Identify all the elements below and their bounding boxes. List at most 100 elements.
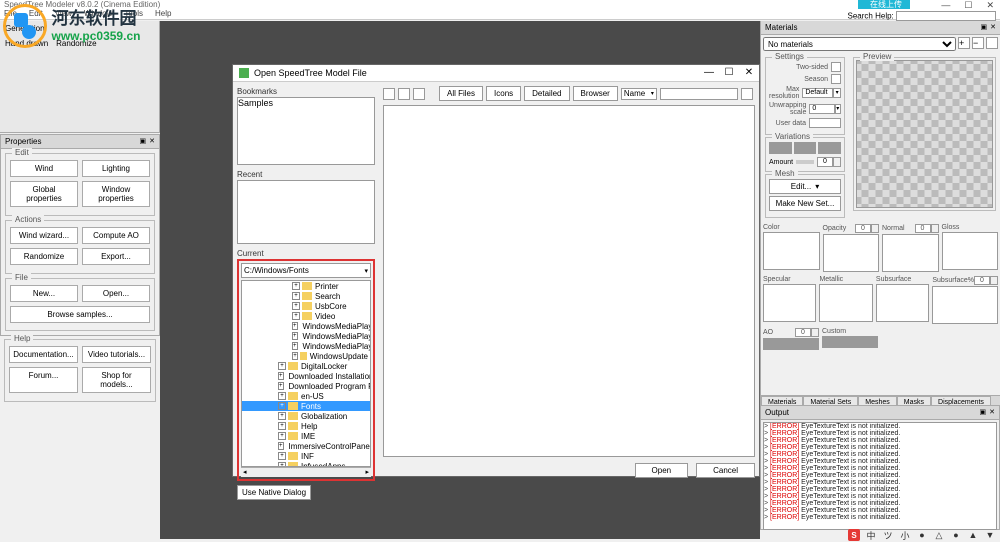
max-res-spin[interactable]: ▾ [833,88,841,98]
tree-item[interactable]: +Downloaded Program Files [242,381,370,391]
filename-field[interactable] [660,88,738,100]
normal-value[interactable]: 0 [915,224,931,233]
variation-slot[interactable] [769,142,792,154]
tree-item[interactable]: +IME [242,431,370,441]
delete-material-button[interactable]: − [972,37,984,49]
custom-slot[interactable] [822,336,878,348]
amount-spin[interactable] [833,157,841,167]
folder-tree[interactable]: +Printer+Search+UsbCore+Video+WindowsMed… [241,280,371,467]
normal-slot[interactable] [882,234,939,272]
opacity-slot[interactable] [823,234,880,272]
tree-item[interactable]: +UsbCore [242,301,370,311]
gloss-slot[interactable] [942,232,999,270]
sort-by-combo[interactable]: Name [621,88,657,100]
specular-slot[interactable] [763,284,816,322]
color-slot[interactable] [763,232,820,270]
material-options-button[interactable] [986,37,998,49]
filter-browser[interactable]: Browser [573,86,618,101]
lighting-button[interactable]: Lighting [82,160,150,177]
tree-item[interactable]: +Video [242,311,370,321]
new-button[interactable]: New... [10,285,78,302]
tree-item[interactable]: +en-US [242,391,370,401]
season-checkbox[interactable] [831,74,841,84]
material-select[interactable]: No materials [763,37,956,51]
expand-icon[interactable]: + [292,332,298,340]
subsurface-slot[interactable] [876,284,929,322]
path-combo[interactable]: C:/Windows/Fonts [241,263,371,278]
panel-close-icon[interactable]: ✕ [989,408,995,417]
close-button[interactable]: ✕ [986,0,994,11]
expand-icon[interactable]: + [292,292,300,300]
dialog-minimize-button[interactable]: — [703,67,715,78]
max-res-combo[interactable]: Default [802,88,833,98]
sort-toggle-button[interactable] [741,88,753,100]
recent-list[interactable] [237,180,375,244]
tree-item[interactable]: +WindowsMediaPlayer [242,341,370,351]
maximize-button[interactable]: ☐ [964,0,972,11]
ao-spin[interactable] [811,328,819,337]
dialog-cancel-button[interactable]: Cancel [696,463,755,478]
tree-item[interactable]: +Search [242,291,370,301]
filter-all-files[interactable]: All Files [439,86,483,101]
nav-up-button[interactable] [413,88,425,100]
panel-close-icon[interactable]: ✕ [990,23,996,32]
panel-float-icon[interactable]: ▣ [980,408,987,417]
opacity-spin[interactable] [871,224,879,233]
tray-icon[interactable]: △ [933,529,945,541]
expand-icon[interactable]: + [292,282,300,290]
compute-ao-button[interactable]: Compute AO [82,227,150,244]
dialog-maximize-button[interactable]: ☐ [723,67,735,78]
video-tutorials-button[interactable]: Video tutorials... [82,346,151,363]
tree-item[interactable]: +WindowsMediaPlayer [242,331,370,341]
expand-icon[interactable]: + [278,372,284,380]
scroll-right-icon[interactable]: ▸ [365,468,369,477]
scroll-left-icon[interactable]: ◂ [243,468,247,477]
minimize-button[interactable]: — [941,0,950,11]
tray-icon[interactable]: ▼ [984,529,996,541]
amount-value[interactable]: 0 [817,157,833,167]
mesh-edit-button[interactable]: Edit... [769,179,841,194]
expand-icon[interactable]: + [292,352,298,360]
wind-button[interactable]: Wind [10,160,78,177]
opacity-value[interactable]: 0 [855,224,871,233]
metallic-slot[interactable] [819,284,872,322]
expand-icon[interactable]: + [278,452,286,460]
global-props-button[interactable]: Global properties [10,181,78,207]
tree-item[interactable]: +Help [242,421,370,431]
expand-icon[interactable]: + [278,422,286,430]
tree-item[interactable]: +Fonts [242,401,370,411]
browse-samples-button[interactable]: Browse samples... [10,306,150,323]
tree-item[interactable]: +Globalization [242,411,370,421]
filter-icons[interactable]: Icons [486,86,521,101]
unwrap-spin[interactable]: ▾ [835,104,841,114]
ao-slot[interactable] [763,338,819,350]
search-help-input[interactable] [896,11,996,21]
tree-item[interactable]: +Downloaded Installations [242,371,370,381]
tray-icon[interactable]: 小 [899,529,911,541]
expand-icon[interactable]: + [278,382,284,390]
tree-item[interactable]: +Printer [242,281,370,291]
output-log[interactable]: > [ERROR] EyeTextureText is not initiali… [763,422,997,530]
variation-slot[interactable] [818,142,841,154]
expand-icon[interactable]: + [278,362,286,370]
wind-wizard-button[interactable]: Wind wizard... [10,227,78,244]
tree-item[interactable]: +WindowsUpdate [242,351,370,361]
nav-fwd-button[interactable] [398,88,410,100]
tree-item[interactable]: +DigitalLocker [242,361,370,371]
panel-float-icon[interactable]: ▣ [140,137,147,146]
tree-item[interactable]: +WindowsMediaPlayer [242,321,370,331]
expand-icon[interactable]: + [278,402,286,410]
expand-icon[interactable]: + [278,412,286,420]
subsurfacepct-value[interactable]: 0 [974,276,990,285]
expand-icon[interactable]: + [278,442,284,450]
subsurfacepct-spin[interactable] [990,276,998,285]
expand-icon[interactable]: + [292,312,300,320]
expand-icon[interactable]: + [278,432,286,440]
tree-item[interactable]: +ImmersiveControlPanel [242,441,370,451]
dialog-open-button[interactable]: Open [635,463,689,478]
panel-float-icon[interactable]: ▣ [981,23,988,32]
expand-icon[interactable]: + [292,342,298,350]
upload-button[interactable]: 在线上传 [862,0,910,9]
tree-item[interactable]: +INF [242,451,370,461]
shop-models-button[interactable]: Shop for models... [82,367,151,393]
